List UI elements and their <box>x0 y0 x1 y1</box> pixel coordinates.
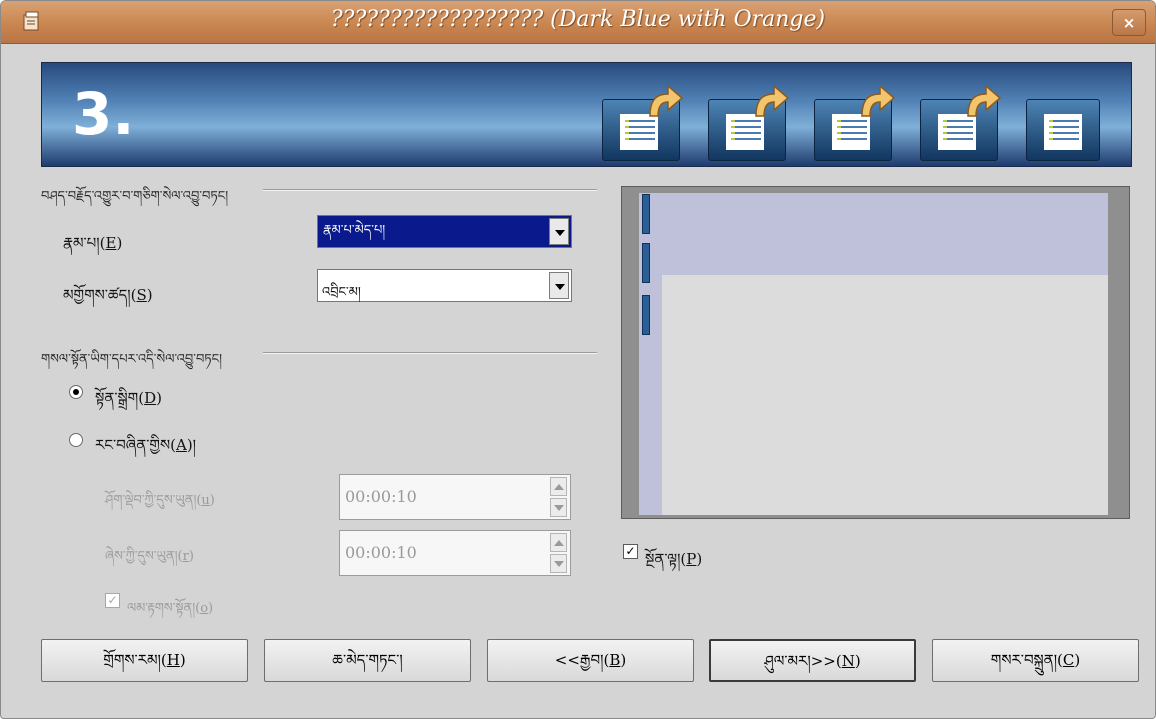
preview-page <box>662 275 1108 515</box>
preview-tab-marker <box>642 194 650 234</box>
show-logo-label: ལམ་རྟགས་སྟོན།(o) <box>127 601 214 616</box>
spin-down-icon[interactable] <box>550 498 567 517</box>
effect-select[interactable]: རྣམ་པ་མེད་པ། <box>317 215 572 248</box>
title-bar[interactable]: ?????????????????? (Dark Blue with Orang… <box>1 1 1155 44</box>
effect-label: རྣམ་པ།(E) <box>63 234 123 252</box>
section-divider <box>263 189 597 191</box>
spin-up-icon[interactable] <box>550 533 567 552</box>
window-title: ?????????????????? (Dark Blue with Orang… <box>330 7 826 32</box>
step-3-icon <box>814 84 896 161</box>
next-button[interactable]: ཤུལ་མར།>>(N) <box>709 639 916 682</box>
preview-slide-background <box>639 193 1108 515</box>
close-button[interactable]: × <box>1112 9 1146 36</box>
create-button[interactable]: གསར་བསྐྲུན།(C) <box>932 639 1139 682</box>
step-1-icon <box>602 84 684 161</box>
spin-up-icon[interactable] <box>550 477 567 496</box>
section-divider <box>263 352 597 354</box>
preview-checkbox[interactable]: ✓ <box>623 544 638 559</box>
wizard-banner: 3. <box>41 62 1132 167</box>
preview-tab-marker <box>642 295 650 335</box>
speed-value: འབྲིང་མ། <box>322 285 361 300</box>
pause-duration-value: 00:00:10 <box>345 543 417 562</box>
preview-check-label[interactable]: སྔོན་ལྟ།(P) <box>645 543 702 585</box>
chevron-down-icon[interactable] <box>549 218 569 245</box>
manual-label[interactable]: སྟོན་སྒྲིག(D) <box>95 382 162 424</box>
effect-value: རྣམ་པ་མེད་པ། <box>320 221 389 241</box>
help-button[interactable]: གྲོགས་རམ།(H) <box>41 639 248 682</box>
pause-duration-label: ཞེས་ཀྱི་དུས་ཡུན།(r) <box>105 549 194 564</box>
speed-label: མགྱོགས་ཚད།(S) <box>63 286 153 304</box>
preview-tab-marker <box>642 243 650 283</box>
dialog-window: ?????????????????? (Dark Blue with Orang… <box>0 0 1156 719</box>
step-number: 3. <box>72 80 135 148</box>
show-logo-checkbox[interactable]: ✓ <box>105 593 120 608</box>
spin-down-icon[interactable] <box>550 554 567 573</box>
section-transition-heading: བཤད་བརྗོད་འགྱུར་བ་གཅིག་སེལ་འབྱུ་བཏང། <box>41 189 229 204</box>
cancel-button[interactable]: ཆ་མེད་གཏང་། <box>264 639 471 682</box>
speed-select[interactable]: འབྲིང་མ། <box>317 269 572 302</box>
step-2-icon <box>708 84 790 161</box>
step-4-icon <box>920 84 1002 161</box>
page-duration-value: 00:00:10 <box>345 487 417 506</box>
automatic-radio[interactable] <box>69 433 83 447</box>
pause-duration-spinner[interactable]: 00:00:10 <box>339 530 571 576</box>
slide-preview <box>621 186 1130 519</box>
step-5-icon <box>1026 99 1100 161</box>
back-button[interactable]: <<རྒྱབ།(B) <box>487 639 694 682</box>
manual-radio[interactable] <box>69 385 83 399</box>
page-duration-spinner[interactable]: 00:00:10 <box>339 474 571 520</box>
chevron-down-icon[interactable] <box>549 272 569 299</box>
automatic-label[interactable]: རང་བཞིན་གྱིས(A)། <box>95 429 196 471</box>
section-presentation-heading: གསལ་སྟོན་ཡིག་དཔར་འདི་སེལ་འབྱུ་བཏང། <box>41 352 223 367</box>
page-duration-label: ཤོག་ལྡེབ་ཀྱི་དུས་ཡུན།(u) <box>105 493 215 508</box>
